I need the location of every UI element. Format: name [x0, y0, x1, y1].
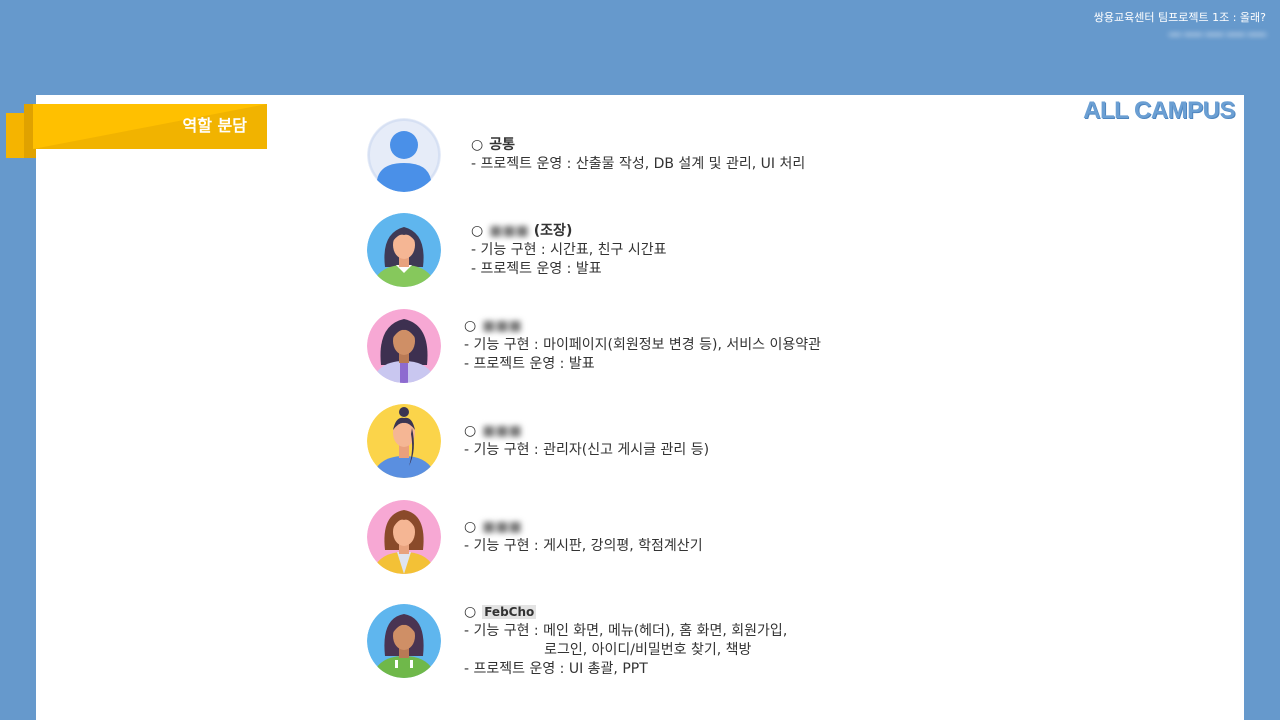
role-line: 로그인, 아이디/비밀번호 찾기, 책방	[464, 642, 752, 658]
female-avatar-green	[367, 604, 441, 678]
role-line: - 기능 구현 : 관리자(신고 게시글 관리 등)	[464, 442, 710, 458]
bullet-icon: ○	[471, 137, 484, 153]
role-heading: ○ ■■■ (조장)	[471, 222, 666, 241]
project-title: 쌍용교육센터 팀프로젝트 1조 : 올래?	[1093, 11, 1266, 24]
role-heading: ○ 공통	[471, 136, 805, 155]
member-name: FebCho	[482, 605, 537, 619]
section-ribbon: 역할 분담	[33, 104, 267, 149]
team-members-blurred: ━━ ━━━ ━━━ ━━━ ━━━	[1168, 30, 1266, 41]
role-block-member-2: ○ ■■■ - 기능 구현 : 마이페이지(회원정보 변경 등), 서비스 이용약…	[464, 317, 821, 374]
member-name-blurred: ■■■	[482, 423, 522, 439]
role-heading: ○ ■■■	[464, 422, 709, 441]
default-user-icon	[367, 118, 441, 192]
bullet-icon: ○	[464, 519, 477, 535]
role-line: - 기능 구현 : 게시판, 강의평, 학점계산기	[464, 538, 703, 554]
presentation-header: 쌍용교육센터 팀프로젝트 1조 : 올래? ━━ ━━━ ━━━ ━━━ ━━━	[1094, 10, 1266, 44]
role-block-leader: ○ ■■■ (조장) - 기능 구현 : 시간표, 친구 시간표 - 프로젝트 운…	[471, 222, 666, 279]
role-heading: ○ ■■■	[464, 317, 821, 336]
role-line: - 기능 구현 : 시간표, 친구 시간표	[471, 242, 667, 258]
role-line: - 기능 구현 : 마이페이지(회원정보 변경 등), 서비스 이용약관	[464, 337, 821, 353]
all-campus-logo: ALL CAMPUS	[1083, 97, 1235, 124]
section-title: 역할 분담	[182, 116, 247, 135]
role-line: - 프로젝트 운영 : 발표	[464, 356, 595, 372]
role-name: 공통	[489, 137, 515, 153]
role-block-member-5: ○ FebCho - 기능 구현 : 메인 화면, 메뉴(헤더), 홈 화면, 회…	[464, 603, 787, 679]
role-line: - 프로젝트 운영 : 발표	[471, 261, 602, 277]
leader-tag: (조장)	[528, 223, 573, 239]
female-avatar-blue	[367, 213, 441, 287]
bullet-icon: ○	[471, 223, 484, 239]
bullet-icon: ○	[464, 318, 477, 334]
bullet-icon: ○	[464, 423, 477, 439]
role-line: - 기능 구현 : 메인 화면, 메뉴(헤더), 홈 화면, 회원가입,	[464, 623, 788, 639]
female-avatar-pink	[367, 309, 441, 383]
role-block-common: ○ 공통 - 프로젝트 운영 : 산출물 작성, DB 설계 및 관리, UI 처…	[471, 136, 805, 174]
role-line: - 프로젝트 운영 : 산출물 작성, DB 설계 및 관리, UI 처리	[471, 156, 806, 172]
role-heading: ○ FebCho	[464, 603, 787, 622]
role-block-member-4: ○ ■■■ - 기능 구현 : 게시판, 강의평, 학점계산기	[464, 518, 703, 556]
member-name-blurred: ■■■	[489, 223, 529, 239]
role-block-member-3: ○ ■■■ - 기능 구현 : 관리자(신고 게시글 관리 등)	[464, 422, 709, 460]
member-name-blurred: ■■■	[482, 318, 522, 334]
female-avatar-pink-2	[367, 500, 441, 574]
female-avatar-yellow	[367, 404, 441, 478]
role-line: - 프로젝트 운영 : UI 총괄, PPT	[464, 661, 648, 677]
role-heading: ○ ■■■	[464, 518, 703, 537]
bullet-icon: ○	[464, 604, 477, 620]
member-name-blurred: ■■■	[482, 519, 522, 535]
